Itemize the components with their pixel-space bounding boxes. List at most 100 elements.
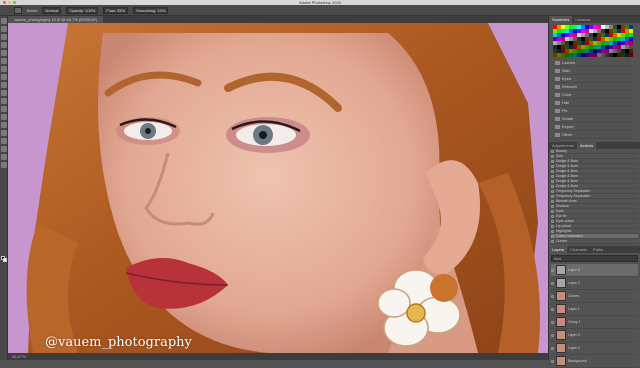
visibility-eye-icon[interactable] [551,164,554,168]
library-item[interactable]: Retouch [553,83,636,91]
visibility-eye-icon[interactable] [551,169,554,173]
library-item[interactable]: Fix [553,107,636,115]
library-item-label: Grade [562,116,574,121]
visibility-eye-icon[interactable] [551,320,554,324]
visibility-eye-icon[interactable] [551,229,554,233]
visibility-eye-icon[interactable] [551,159,554,163]
background-color[interactable] [3,258,7,262]
action-label: Dodge & Burn [556,164,578,168]
library-item[interactable]: Hair [553,99,636,107]
brush-tool-icon[interactable] [1,66,7,72]
visibility-eye-icon[interactable] [551,307,554,311]
visibility-eye-icon[interactable] [551,333,554,337]
swatch-grid[interactable] [549,23,640,59]
layer-row[interactable]: Layer 2 [551,277,638,290]
history-brush-icon[interactable] [1,82,7,88]
type-tool-icon[interactable] [1,130,7,136]
action-label: Highlights [556,229,572,233]
library-item[interactable]: Color [553,91,636,99]
action-label: Eyes [556,209,564,213]
visibility-eye-icon[interactable] [551,239,554,243]
eyedropper-tool-icon[interactable] [1,50,7,56]
crop-tool-icon[interactable] [1,42,7,48]
action-label: Dodge & Burn [556,159,578,163]
smoothing-field[interactable]: Smoothing: 10% [133,6,169,14]
visibility-eye-icon[interactable] [551,209,554,213]
tab-swatches[interactable]: Swatches [549,16,573,23]
tab-channels[interactable]: Channels [567,246,590,253]
library-item[interactable]: Export [553,123,636,131]
visibility-eye-icon[interactable] [551,346,554,350]
visibility-eye-icon[interactable] [551,199,554,203]
visibility-eye-icon[interactable] [551,224,554,228]
lasso-tool-icon[interactable] [1,34,7,40]
layer-thumbnail [556,330,566,340]
library-item[interactable]: Skin [553,67,636,75]
visibility-eye-icon[interactable] [551,194,554,198]
document-tab[interactable]: vauem_photography 10.tif @ 66.7% (RGB/16… [8,16,104,23]
swatch[interactable] [629,53,633,57]
library-item[interactable]: Grade [553,115,636,123]
hand-tool-icon[interactable] [1,154,7,160]
move-tool-icon[interactable] [1,18,7,24]
visibility-eye-icon[interactable] [551,154,554,158]
layer-filter-field[interactable]: Kind [551,255,638,262]
library-item-label: Color [562,92,572,97]
zoom-tool-icon[interactable] [1,162,7,168]
visibility-eye-icon[interactable] [551,189,554,193]
healing-tool-icon[interactable] [1,58,7,64]
folder-icon [555,92,560,97]
flow-field[interactable]: Flow: 35% [103,6,129,14]
layer-row[interactable]: Group 1 [551,316,638,329]
layer-row[interactable]: Layer 0 [551,329,638,342]
action-row[interactable]: Curves [551,239,638,244]
brush-tool-icon[interactable] [14,6,22,14]
clone-tool-icon[interactable] [1,74,7,80]
pen-tool-icon[interactable] [1,122,7,128]
path-select-icon[interactable] [1,138,7,144]
layer-row[interactable]: Layer 3 [551,264,638,277]
layer-thumbnail [556,291,566,301]
layer-row[interactable]: Curves [551,290,638,303]
gradient-tool-icon[interactable] [1,98,7,104]
visibility-eye-icon[interactable] [551,281,554,285]
marquee-tool-icon[interactable] [1,26,7,32]
right-pupil [259,131,267,139]
action-label: Lip colour [556,224,572,228]
document-canvas[interactable]: @vauem_photography [8,23,548,353]
opacity-field[interactable]: Opacity: 100% [66,6,99,14]
layer-thumbnail [556,317,566,327]
layer-row[interactable]: Background [551,355,638,368]
blur-tool-icon[interactable] [1,106,7,112]
zoom-button[interactable] [13,1,16,4]
visibility-eye-icon[interactable] [551,184,554,188]
shape-tool-icon[interactable] [1,146,7,152]
visibility-eye-icon[interactable] [551,214,554,218]
close-button[interactable] [3,1,6,4]
minimize-button[interactable] [8,1,11,4]
visibility-eye-icon[interactable] [551,219,554,223]
library-item[interactable]: Lashes [553,59,636,67]
layer-row[interactable]: Layer 1 [551,303,638,316]
library-item[interactable]: Eyes [553,75,636,83]
layer-row[interactable]: Layer 0 [551,342,638,355]
tab-libraries[interactable]: Libraries [572,16,593,23]
library-item[interactable]: Other [553,131,636,139]
tab-paths[interactable]: Paths [590,246,606,253]
visibility-eye-icon[interactable] [551,179,554,183]
visibility-eye-icon[interactable] [551,174,554,178]
eraser-tool-icon[interactable] [1,90,7,96]
visibility-eye-icon[interactable] [551,294,554,298]
tab-adjustments[interactable]: Adjustments [549,142,577,149]
dodge-tool-icon[interactable] [1,114,7,120]
blend-mode-select[interactable]: Normal [42,6,62,14]
tab-actions[interactable]: Actions [577,142,597,149]
layer-name: Layer 0 [568,333,580,337]
layer-name: Layer 3 [568,268,580,272]
visibility-eye-icon[interactable] [551,268,554,272]
layer-thumbnail [556,304,566,314]
visibility-eye-icon[interactable] [551,234,554,238]
tab-layers[interactable]: Layers [549,246,568,253]
visibility-eye-icon[interactable] [551,149,554,153]
visibility-eye-icon[interactable] [551,204,554,208]
